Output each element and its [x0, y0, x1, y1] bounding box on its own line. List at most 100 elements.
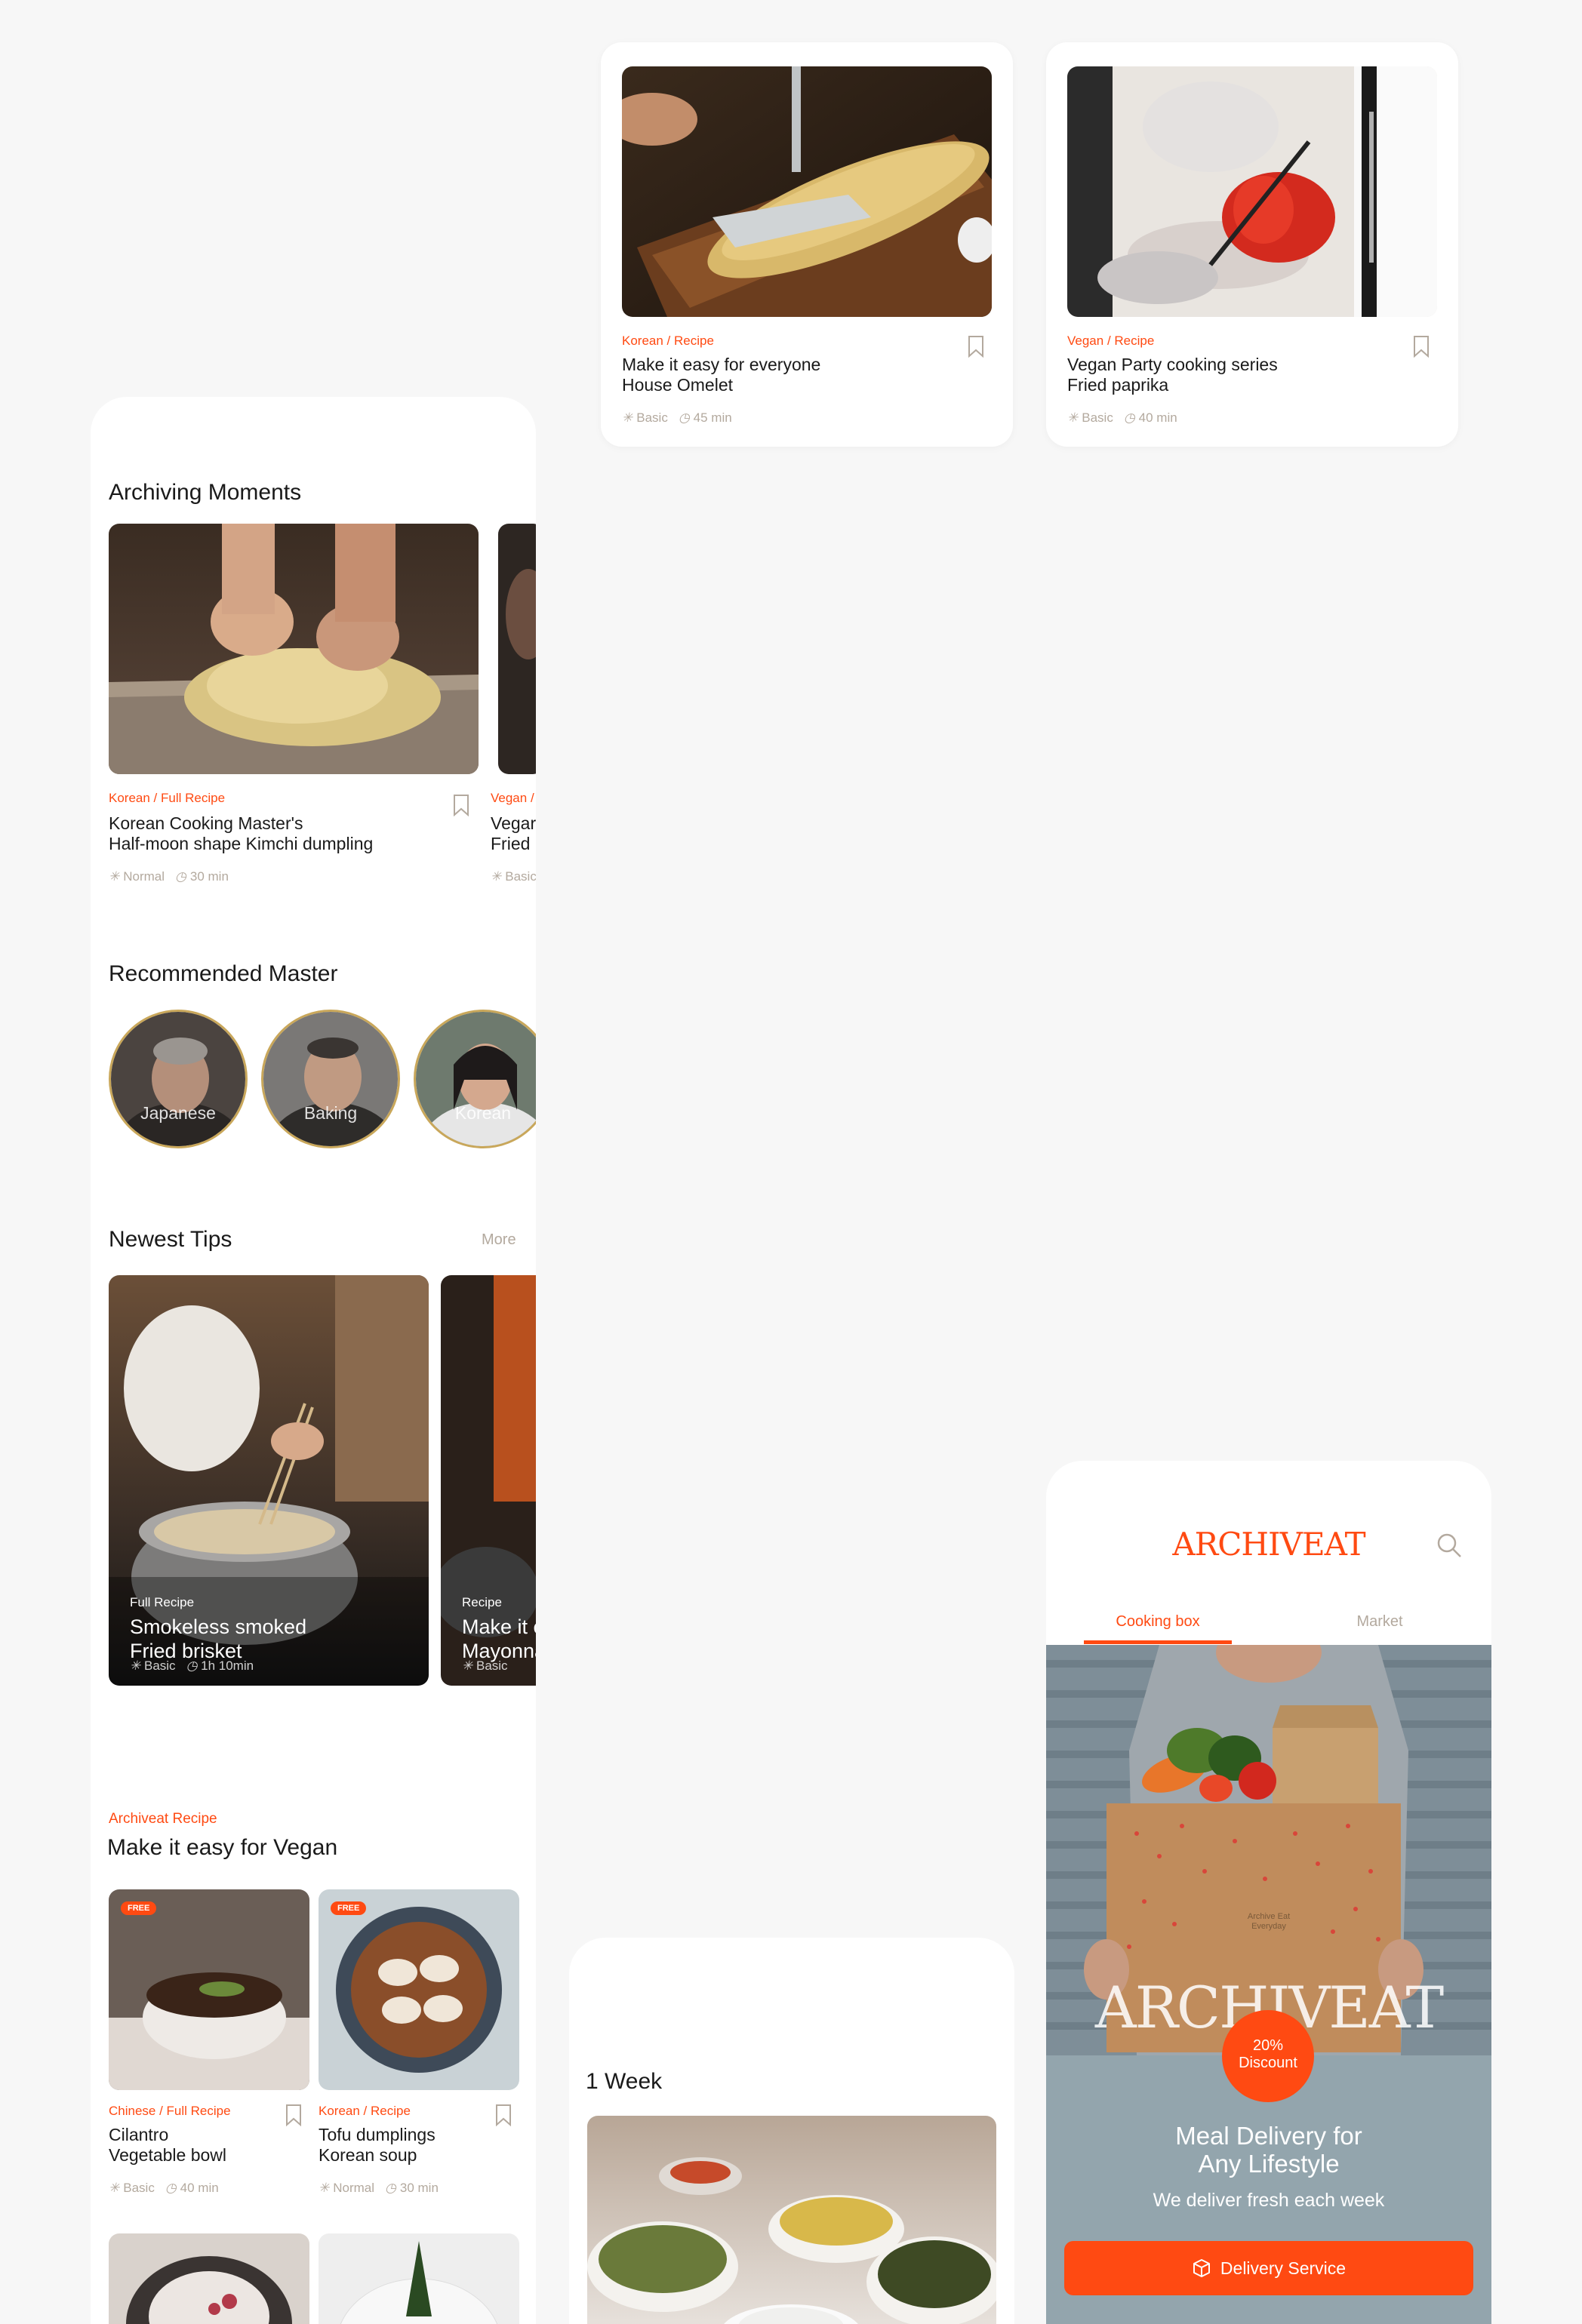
peek-card-title: Vegar Fried p: [491, 813, 536, 854]
clock-icon: ◷: [385, 2181, 396, 2195]
time-text: 40 min: [180, 2181, 219, 2195]
bookmark-icon[interactable]: [495, 2104, 512, 2126]
time-text: 30 min: [189, 869, 229, 884]
headline-line: Meal Delivery for: [1175, 2122, 1362, 2150]
duration: ◷ 30 min: [385, 2181, 439, 2196]
tip-card-brisket[interactable]: Full Recipe Smokeless smoked Fried brisk…: [109, 1275, 429, 1686]
bookmark-icon[interactable]: [1413, 335, 1430, 358]
card-title-line: Tofu dumplings: [319, 2125, 436, 2144]
star-icon: ✳: [1067, 410, 1079, 425]
card-title-line: Fried paprika: [1067, 375, 1169, 395]
level: ✳ Basic: [491, 869, 536, 884]
recipe-card-paprika[interactable]: Vegan / Recipe Vegan Party cooking serie…: [1046, 42, 1458, 447]
level: ✳ Basic: [622, 410, 668, 426]
star-icon: ✳: [109, 2181, 120, 2195]
clock-icon: ◷: [678, 410, 690, 425]
section-heading-week: 1 Week: [586, 2069, 663, 2094]
tip-category: Full Recipe: [130, 1595, 195, 1609]
card-category: Korean / Recipe: [319, 2104, 411, 2118]
promo-subtitle: We deliver fresh each week: [1153, 2190, 1385, 2211]
tip-title: Make it e Mayonna: [462, 1615, 536, 1663]
card-title-line: Korean Cooking Master's: [109, 813, 303, 833]
tip-card-peek[interactable]: Recipe Make it e Mayonna ✳ Basic: [441, 1275, 536, 1686]
card-meta: ✳ Basic ◷ 45 min: [622, 410, 732, 426]
level: ✳ Normal: [319, 2181, 374, 2196]
card-category: Vegan / Recipe: [1067, 334, 1155, 348]
tip-meta: ✳ Basic ◷ 1h 10min: [130, 1658, 254, 1674]
box-icon: [1193, 2259, 1210, 2277]
tab-market[interactable]: Market: [1306, 1613, 1454, 1631]
star-icon: ✳: [462, 1658, 473, 1673]
peek-card-meta: ✳ Basic: [491, 869, 536, 884]
tab-active-underline: [1084, 1640, 1232, 1644]
duration: ◷ 30 min: [175, 869, 229, 884]
search-icon[interactable]: [1436, 1532, 1463, 1559]
level: ✳ Normal: [109, 869, 165, 884]
card-category: Korean / Full Recipe: [109, 791, 226, 805]
card-category: Korean / Recipe: [622, 334, 714, 348]
week-panel: 1 Week: [569, 1938, 1014, 2324]
section-heading-masters: Recommended Master: [109, 961, 338, 986]
box-text-line: Archive Eat: [1247, 1912, 1291, 1921]
section-heading-archiving: Archiving Moments: [109, 480, 302, 505]
card-title-line: Vegetable bowl: [109, 2145, 227, 2165]
delivery-service-label: Delivery Service: [1220, 2258, 1347, 2278]
peek-card-photo[interactable]: [498, 524, 536, 774]
delivery-service-button[interactable]: Delivery Service: [1064, 2241, 1473, 2295]
tip-meta: ✳ Basic: [462, 1658, 508, 1674]
bookmark-icon[interactable]: [285, 2104, 302, 2126]
card-title: Korean Cooking Master's Half-moon shape …: [109, 813, 373, 854]
master-korean[interactable]: Korean: [414, 1010, 536, 1148]
master-baking[interactable]: Baking: [261, 1010, 400, 1148]
clock-icon: ◷: [1123, 410, 1135, 425]
star-icon: ✳: [319, 2181, 330, 2195]
tab-cooking-box[interactable]: Cooking box: [1084, 1613, 1232, 1631]
dumpling-photo[interactable]: [109, 524, 479, 774]
level: ✳ Basic: [462, 1658, 508, 1674]
level: ✳ Basic: [1067, 410, 1113, 426]
level-text: Normal: [333, 2181, 375, 2195]
master-japanese[interactable]: Japanese: [109, 1010, 248, 1148]
card-title-line: Korean soup: [319, 2145, 417, 2165]
section-heading-tips: Newest Tips: [109, 1227, 232, 1252]
card-meta: ✳ Basic ◷ 40 min: [1067, 410, 1177, 426]
level-text: Normal: [123, 869, 165, 884]
recipe-card-omelet[interactable]: Korean / Recipe Make it easy for everyon…: [601, 42, 1013, 447]
more-link[interactable]: More: [482, 1231, 516, 1249]
master-label: Japanese: [140, 1103, 216, 1123]
vegan-item-photo-3[interactable]: [109, 2233, 309, 2324]
home-screen-panel: Archiving Moments Korean / Full Recipe K…: [91, 397, 536, 2324]
bookmark-icon[interactable]: [968, 335, 984, 358]
vegan-item-photo-4[interactable]: [319, 2233, 519, 2324]
card-title-line: Cilantro: [109, 2125, 169, 2144]
card-title-line: Fried p: [491, 834, 536, 853]
level-text: Basic: [123, 2181, 155, 2195]
card-meta: ✳ Normal ◷ 30 min: [109, 869, 229, 884]
card-title-line: Vegar: [491, 813, 536, 833]
vegan-item-photo-tofu[interactable]: FREE: [319, 1889, 519, 2090]
level: ✳ Basic: [130, 1658, 176, 1674]
hero-image: Archive Eat Everyday ARCHIVEAT: [1046, 1645, 1491, 2055]
clock-icon: ◷: [165, 2181, 177, 2195]
free-badge: FREE: [331, 1901, 367, 1915]
app-logo[interactable]: ARCHIVEAT: [1046, 1526, 1491, 1563]
omelet-photo: [622, 66, 992, 317]
vegan-item-photo-cilantro[interactable]: FREE: [109, 1889, 309, 2090]
level-text: Basic: [505, 869, 536, 884]
level: ✳ Basic: [109, 2181, 155, 2196]
bookmark-icon[interactable]: [453, 794, 469, 816]
duration: ◷ 40 min: [165, 2181, 219, 2196]
star-icon: ✳: [130, 1658, 141, 1673]
card-title-line: House Omelet: [622, 375, 734, 395]
tip-category: Recipe: [462, 1595, 502, 1609]
master-label: Baking: [303, 1103, 358, 1123]
card-title-line: Vegan Party cooking series: [1067, 355, 1278, 374]
clock-icon: ◷: [186, 1658, 198, 1673]
week-photo[interactable]: [587, 2116, 996, 2324]
discount-badge[interactable]: 20% Discount: [1222, 2010, 1314, 2102]
star-icon: ✳: [622, 410, 633, 425]
level-text: Basic: [636, 410, 668, 425]
peek-card-category: Vegan /: [491, 791, 534, 805]
master-label: Korean: [454, 1103, 512, 1123]
level-text: Basic: [476, 1658, 508, 1673]
